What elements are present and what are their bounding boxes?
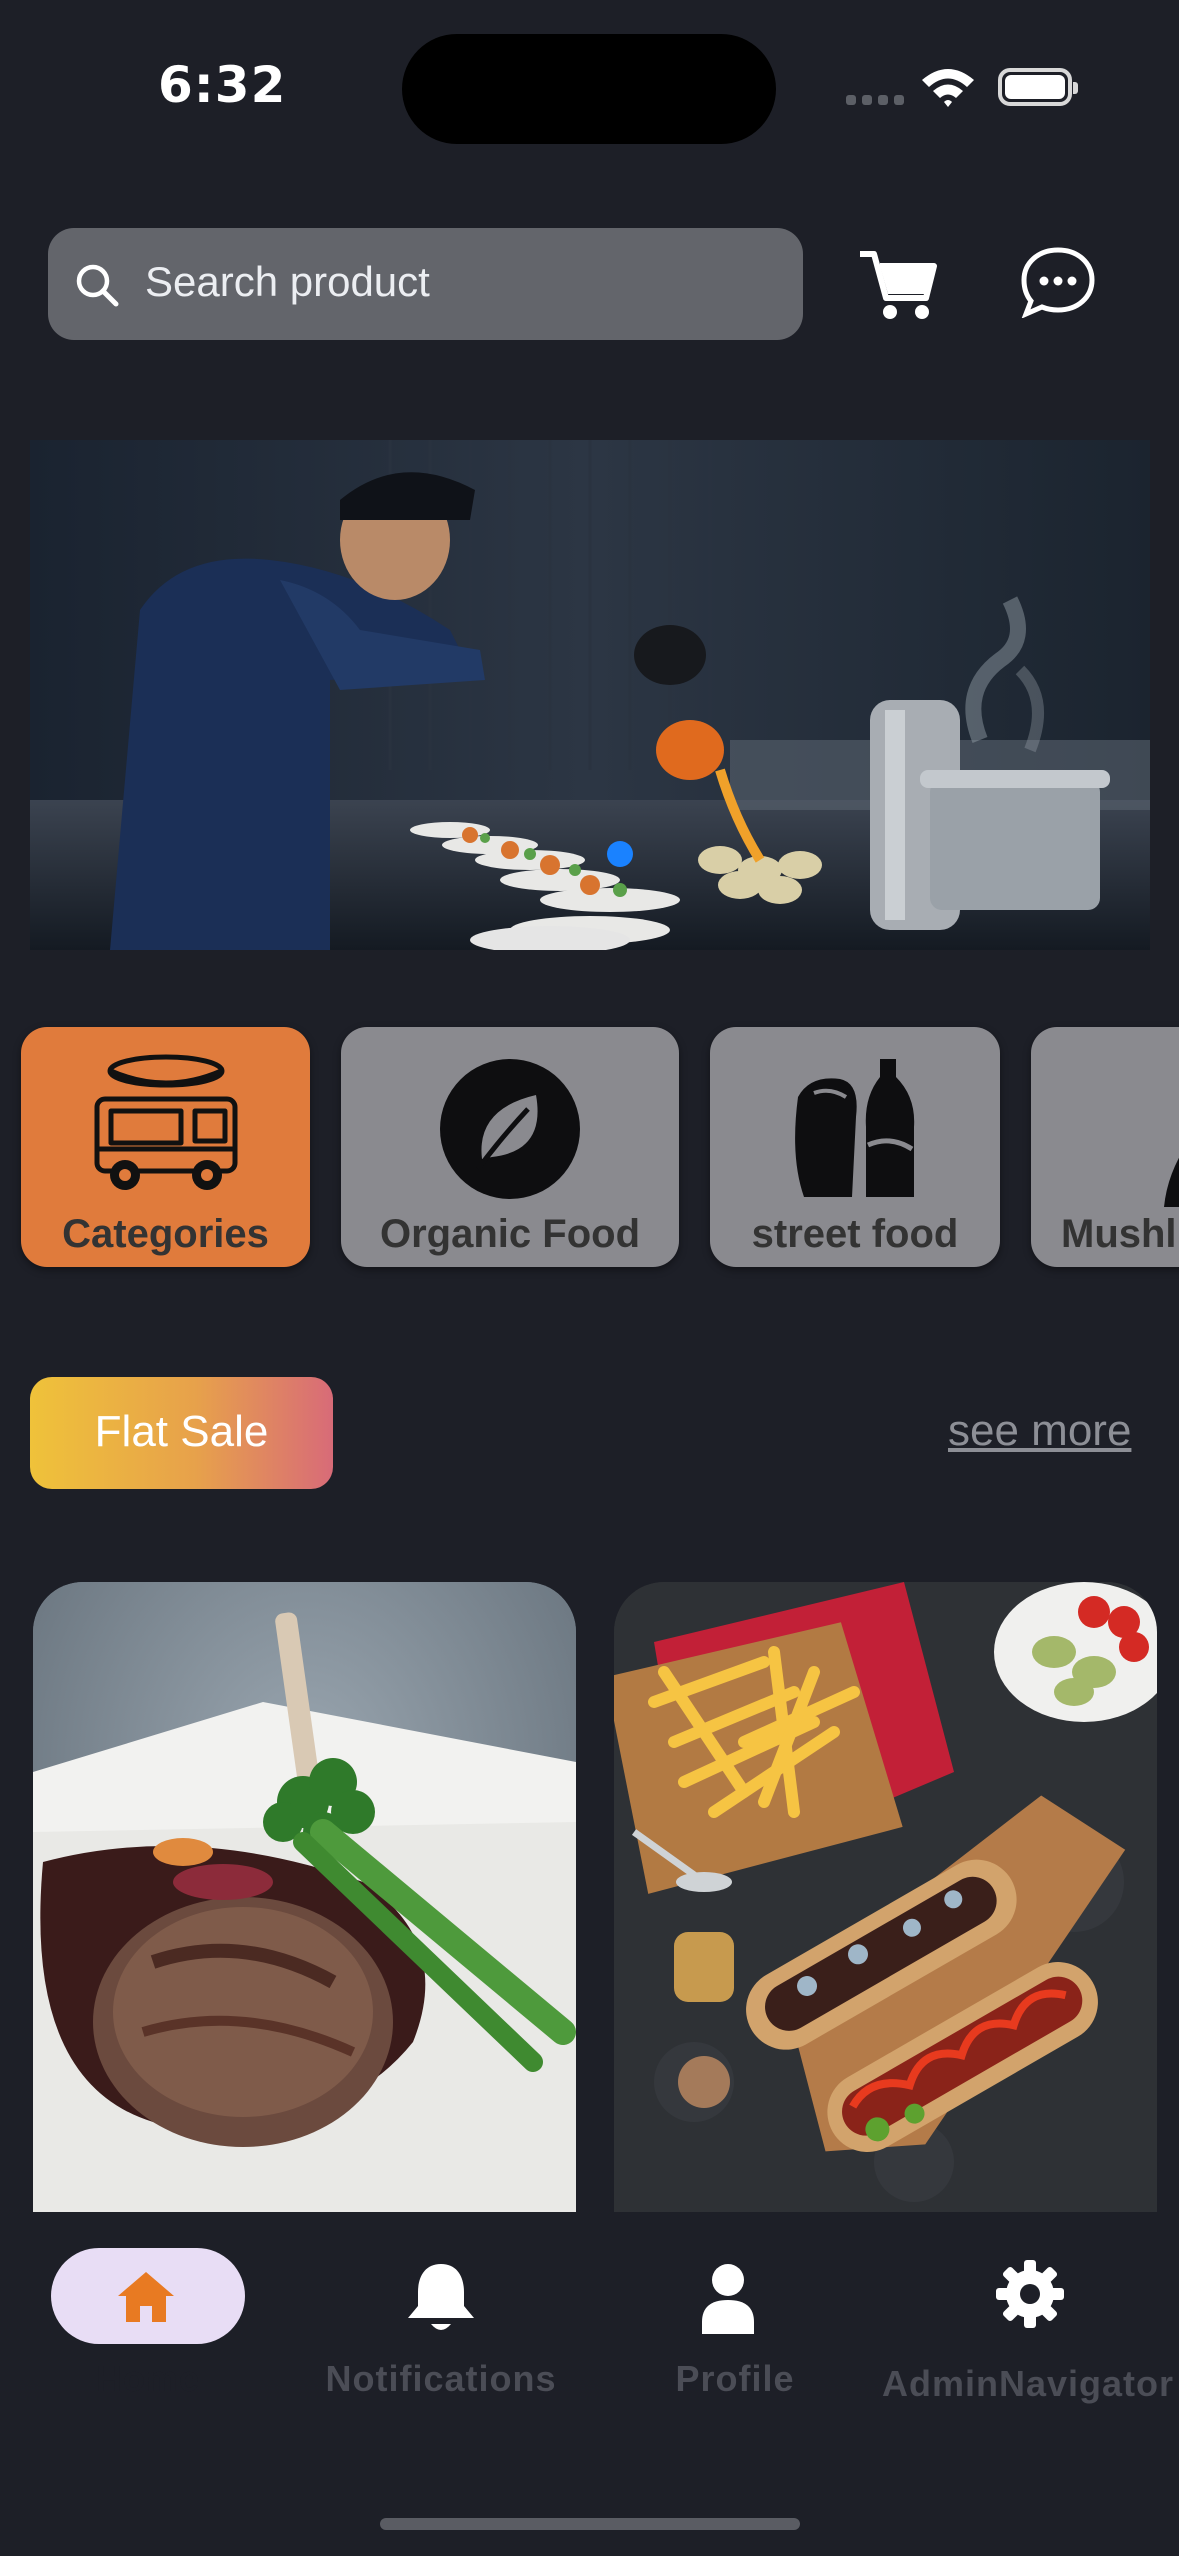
category-label: street food [751,1212,959,1256]
home-icon[interactable] [114,2268,178,2329]
cellular-signal-icon [846,92,910,110]
steak-plate-photo [33,1582,576,2212]
category-card-organic-food[interactable]: Organic Food [341,1027,679,1267]
dynamic-island [402,34,776,144]
gear-icon[interactable] [996,2260,1064,2333]
food-truck-icon [94,1054,238,1190]
product-card-hot-dogs[interactable] [614,1582,1157,2212]
mushroom-icon [1164,1157,1179,1207]
bell-icon[interactable] [400,2260,482,2341]
nav-label-admin-navigator[interactable]: AdminNavigator [878,2358,1178,2410]
hot-dogs-fries-photo [614,1582,1157,2212]
search-icon [74,262,120,313]
see-more-link[interactable]: see more [948,1406,1131,1456]
status-time: 6:32 [158,56,287,114]
battery-icon [998,68,1078,106]
search-input[interactable]: Search product [145,258,430,306]
category-card-categories[interactable]: Categories [21,1027,310,1267]
chat-icon[interactable] [1020,246,1096,323]
category-label: Organic Food [380,1212,640,1256]
home-indicator[interactable] [380,2518,800,2530]
category-card-mushroom[interactable]: Mushl [1031,1027,1179,1267]
carousel-indicator-dot[interactable] [607,841,633,867]
nav-label-notifications[interactable]: Notifications [300,2358,582,2400]
flat-sale-button[interactable]: Flat Sale [30,1377,333,1489]
nav-label-profile[interactable]: Profile [632,2358,838,2400]
leaf-icon [440,1059,580,1199]
flat-sale-label: Flat Sale [94,1407,269,1456]
category-label: Mushl [1061,1212,1177,1256]
person-icon[interactable] [700,2262,756,2339]
wifi-icon [920,66,976,113]
category-label: Categories [62,1212,269,1256]
burrito-soda-icon [795,1059,915,1197]
category-card-street-food[interactable]: street food [710,1027,1000,1267]
nav-label-home[interactable]: Home [0,2358,296,2400]
product-card-steak[interactable] [33,1582,576,2212]
cart-icon[interactable] [858,248,938,327]
hero-banner-chef-image[interactable] [30,440,1150,950]
